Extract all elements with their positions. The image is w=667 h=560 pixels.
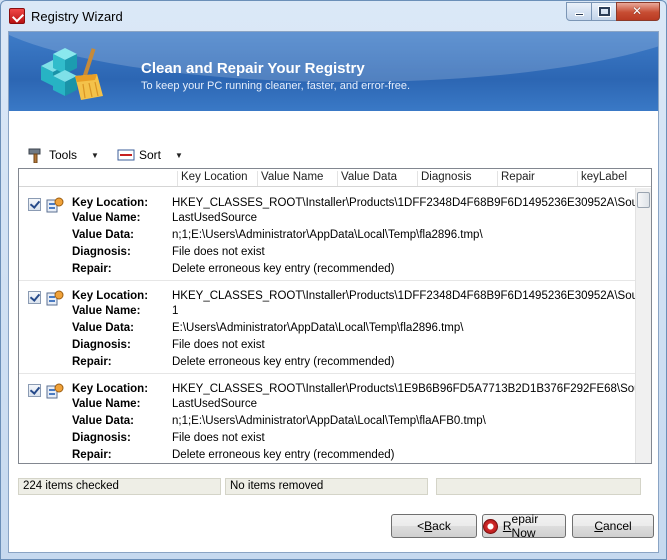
back-button[interactable]: < Back xyxy=(391,514,477,538)
registry-key-icon xyxy=(46,383,64,399)
registry-key-icon xyxy=(46,290,64,306)
sort-icon xyxy=(117,149,135,161)
key-location-label: Key Location: xyxy=(72,197,149,209)
diagnosis-label: Diagnosis: xyxy=(72,339,131,351)
repair-label: epair Now xyxy=(511,512,539,540)
app-checkmark-icon xyxy=(9,8,25,24)
repair-value: Delete erroneous key entry (recommended) xyxy=(172,263,395,275)
banner-subtitle: To keep your PC running cleaner, faster,… xyxy=(141,80,411,92)
key-location-label: Key Location: xyxy=(72,290,149,302)
key-location-label: Key Location: xyxy=(72,383,149,395)
tools-menu-button[interactable]: Tools ▼ xyxy=(27,147,99,163)
back-label: ack xyxy=(432,519,451,533)
main-window: Registry Wizard ✕ Clean and Repair Your … xyxy=(0,0,667,560)
chevron-down-icon: ▼ xyxy=(174,150,183,160)
status-bar: 224 items checked No items removed xyxy=(18,478,652,495)
header-banner: Clean and Repair Your Registry To keep y… xyxy=(9,32,658,111)
window-title: Registry Wizard xyxy=(31,9,123,24)
value-data-value: n;1;E:\Users\Administrator\AppData\Local… xyxy=(172,229,483,241)
items-checked-status: 224 items checked xyxy=(18,478,221,495)
repair-icon xyxy=(483,518,498,534)
window-controls: ✕ xyxy=(566,2,660,22)
value-name-value: LastUsedSource xyxy=(172,398,258,410)
column-key-location[interactable]: Key Location xyxy=(177,171,248,186)
value-name-label: Value Name: xyxy=(72,398,141,410)
chevron-down-icon: ▼ xyxy=(91,150,99,160)
repair-label: Repair: xyxy=(72,356,112,368)
repair-value: Delete erroneous key entry (recommended) xyxy=(172,356,395,368)
column-repair[interactable]: Repair xyxy=(497,171,535,186)
registry-issues-list[interactable]: Key Location Value Name Value Data Diagn… xyxy=(18,168,652,464)
diagnosis-value: File does not exist xyxy=(172,432,265,444)
list-item[interactable]: Key Location: HKEY_CLASSES_ROOT\Installe… xyxy=(19,374,636,463)
key-location-value: HKEY_CLASSES_ROOT\Installer\Products\1DF… xyxy=(172,197,636,209)
wizard-content: Clean and Repair Your Registry To keep y… xyxy=(8,31,659,553)
value-data-value: n;1;E:\Users\Administrator\AppData\Local… xyxy=(172,415,486,427)
registry-key-icon xyxy=(46,197,64,213)
value-data-label: Value Data: xyxy=(72,415,134,427)
column-header: Key Location Value Name Value Data Diagn… xyxy=(19,169,651,187)
cancel-button[interactable]: Cancel xyxy=(572,514,654,538)
column-key-label[interactable]: keyLabel xyxy=(577,171,627,186)
sort-menu-button[interactable]: Sort ▼ xyxy=(117,147,183,163)
title-bar[interactable]: Registry Wizard ✕ xyxy=(1,1,666,31)
entry-checkbox[interactable] xyxy=(28,198,41,211)
value-name-value: 1 xyxy=(172,305,179,317)
list-item[interactable]: Key Location: HKEY_CLASSES_ROOT\Installe… xyxy=(19,188,636,281)
repair-label: Repair: xyxy=(72,263,112,275)
back-mnemonic: B xyxy=(424,519,433,533)
hammer-icon xyxy=(28,148,41,163)
column-value-name[interactable]: Value Name xyxy=(257,171,323,186)
banner-title: Clean and Repair Your Registry xyxy=(141,60,365,77)
repair-now-button[interactable]: Repair Now xyxy=(482,512,566,540)
maximize-icon xyxy=(599,7,610,16)
close-button[interactable]: ✕ xyxy=(616,2,660,21)
issue-rows: Key Location: HKEY_CLASSES_ROOT\Installe… xyxy=(19,188,636,463)
column-value-data[interactable]: Value Data xyxy=(337,171,397,186)
cancel-label: ancel xyxy=(602,519,632,533)
cancel-mnemonic: C xyxy=(594,519,603,533)
repair-mnemonic: R xyxy=(502,519,512,533)
diagnosis-label: Diagnosis: xyxy=(72,432,131,444)
scrollbar-thumb[interactable] xyxy=(637,192,650,208)
minimize-button[interactable] xyxy=(566,2,592,21)
entry-checkbox[interactable] xyxy=(28,291,41,304)
column-diagnosis[interactable]: Diagnosis xyxy=(417,171,472,186)
registry-cubes-broom-icon xyxy=(41,48,103,100)
value-name-label: Value Name: xyxy=(72,305,141,317)
value-name-value: LastUsedSource xyxy=(172,212,258,224)
list-item[interactable]: Key Location: HKEY_CLASSES_ROOT\Installe… xyxy=(19,281,636,374)
value-data-label: Value Data: xyxy=(72,229,134,241)
items-removed-status: No items removed xyxy=(225,478,428,495)
progress-status xyxy=(436,478,641,495)
key-location-value: HKEY_CLASSES_ROOT\Installer\Products\1E9… xyxy=(172,383,636,395)
diagnosis-value: File does not exist xyxy=(172,246,265,258)
value-data-value: E:\Users\Administrator\AppData\Local\Tem… xyxy=(172,322,464,334)
vertical-scrollbar[interactable] xyxy=(635,188,651,463)
value-data-label: Value Data: xyxy=(72,322,134,334)
back-prefix: < xyxy=(417,519,425,533)
key-location-value: HKEY_CLASSES_ROOT\Installer\Products\1DF… xyxy=(172,290,636,302)
maximize-button[interactable] xyxy=(591,2,617,21)
repair-value: Delete erroneous key entry (recommended) xyxy=(172,449,395,461)
sort-label: Sort xyxy=(138,148,161,162)
toolbar: Tools ▼ Sort ▼ xyxy=(27,144,201,166)
minimize-icon xyxy=(575,13,584,16)
diagnosis-label: Diagnosis: xyxy=(72,246,131,258)
repair-label: Repair: xyxy=(72,449,112,461)
value-name-label: Value Name: xyxy=(72,212,141,224)
diagnosis-value: File does not exist xyxy=(172,339,265,351)
entry-checkbox[interactable] xyxy=(28,384,41,397)
close-icon: ✕ xyxy=(632,4,643,18)
tools-label: Tools xyxy=(49,148,78,162)
